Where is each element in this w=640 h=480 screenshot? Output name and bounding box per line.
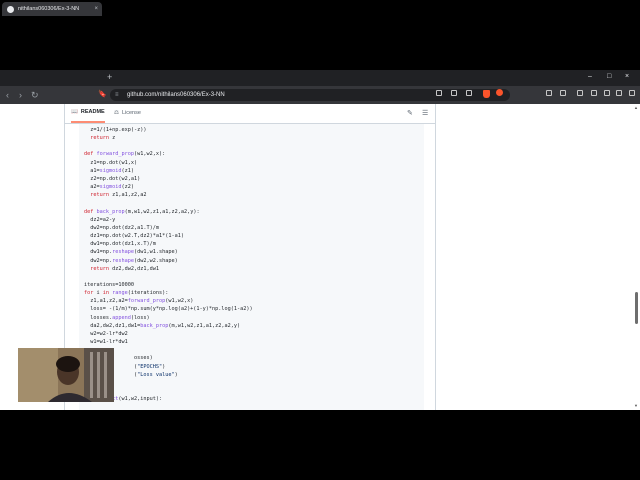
book-icon: 📖 [71,109,78,115]
readme-tabs: 📖 README ⚖ License ✎ ☰ [65,104,435,124]
code-block: z=1/(1+np.exp(-z)) return z def forward_… [79,124,424,410]
site-info-icon[interactable]: ≡ [115,89,119,101]
tab-license-label: License [121,110,141,116]
back-button[interactable]: ‹ [6,88,9,102]
address-bar[interactable]: ≡ github.com/nithilans060306/Ex-3-NN [110,89,510,101]
tab-license[interactable]: ⚖ License [114,104,141,123]
webcam-image [18,348,114,402]
minimize-button[interactable]: – [588,72,592,82]
tab-close-button[interactable]: × [94,6,98,12]
scrollbar-thumb[interactable] [635,292,638,324]
reload-button[interactable]: ↻ [31,88,39,102]
outline-icon[interactable]: ☰ [422,109,428,118]
bookmark-icon[interactable]: 🔖 [98,88,107,102]
browser-tab[interactable]: nithilans060306/Ex-3-NN × [2,2,102,16]
scale-icon: ⚖ [114,110,119,116]
brave-rewards-icon[interactable] [496,89,503,96]
brave-shields-icon[interactable] [483,90,490,98]
menu-icon[interactable] [629,90,635,96]
readme-panel: 📖 README ⚖ License ✎ ☰ z=1/(1+np.exp(-z)… [64,104,436,410]
tab-search-icon[interactable] [560,90,566,96]
tab-readme[interactable]: 📖 README [71,104,105,123]
leo-icon[interactable] [604,90,610,96]
edit-icon[interactable]: ✎ [407,109,413,118]
maximize-button[interactable]: □ [607,72,611,82]
cast-icon[interactable] [436,90,442,96]
github-icon [7,5,14,13]
scroll-up-arrow[interactable]: ▲ [634,105,638,110]
webcam-overlay [18,348,114,402]
close-window-button[interactable]: × [625,72,629,82]
tab-readme-label: README [80,109,105,115]
sidebar-icon[interactable] [577,90,583,96]
scrollbar-track[interactable] [633,104,640,410]
tab-title: nithilans060306/Ex-3-NN [18,6,80,12]
wallet-icon[interactable] [591,90,597,96]
tab-strip [0,70,640,86]
vpn-icon[interactable] [616,90,622,96]
extensions-icon[interactable] [546,90,552,96]
new-tab-button[interactable]: + [107,71,112,83]
translate-icon[interactable] [466,90,472,96]
url-text: github.com/nithilans060306/Ex-3-NN [127,92,225,98]
forward-button[interactable]: › [19,88,22,102]
print-icon[interactable] [451,90,457,96]
scroll-down-arrow[interactable]: ▼ [634,403,638,408]
